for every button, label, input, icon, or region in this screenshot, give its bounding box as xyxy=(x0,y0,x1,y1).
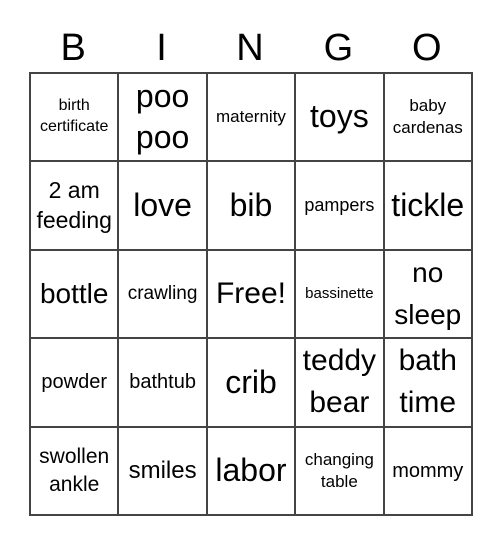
bingo-cell[interactable]: powder xyxy=(30,338,119,427)
bingo-cell[interactable]: teddy bear xyxy=(295,338,384,427)
bingo-cell[interactable]: maternity xyxy=(206,73,296,162)
bingo-cell[interactable]: toys xyxy=(295,73,384,162)
bingo-cell[interactable]: birth certificate xyxy=(30,73,119,162)
bingo-cell[interactable]: bottle xyxy=(30,249,119,339)
header-letter: O xyxy=(411,27,442,69)
bingo-cell[interactable]: no sleep xyxy=(383,249,472,339)
bingo-cell[interactable]: bath time xyxy=(383,338,472,427)
bingo-cell[interactable]: bib xyxy=(206,161,296,250)
header-letter: B xyxy=(60,27,86,69)
bingo-cell[interactable]: crawling xyxy=(118,249,207,339)
bingo-cell[interactable]: pampers xyxy=(295,161,384,250)
bingo-cell[interactable]: 2 am feeding xyxy=(30,161,119,250)
bingo-cell[interactable]: changing table xyxy=(295,426,384,515)
bingo-cell[interactable]: baby cardenas xyxy=(383,73,472,162)
bingo-cell[interactable]: mommy xyxy=(383,426,472,515)
bingo-cell[interactable]: crib xyxy=(206,338,296,427)
bingo-cell[interactable]: swollen ankle xyxy=(30,426,119,515)
bingo-cell[interactable]: smiles xyxy=(118,426,207,515)
header-letter: G xyxy=(323,27,354,69)
header-letter: N xyxy=(236,27,264,69)
bingo-cell[interactable]: bassinette xyxy=(295,249,384,339)
bingo-grid: birth certificate poo poo maternity toys bab… xyxy=(29,72,473,516)
bingo-cell[interactable]: love xyxy=(118,161,207,250)
bingo-cell[interactable]: tickle xyxy=(383,161,472,250)
free-space-cell[interactable]: Free! xyxy=(206,249,296,339)
bingo-cell[interactable]: bathtub xyxy=(118,338,207,427)
bingo-cell[interactable]: poo poo xyxy=(118,73,207,162)
bingo-cell[interactable]: labor xyxy=(206,426,296,515)
header-letter: I xyxy=(156,27,167,69)
bingo-header: B I N G O xyxy=(29,24,471,72)
